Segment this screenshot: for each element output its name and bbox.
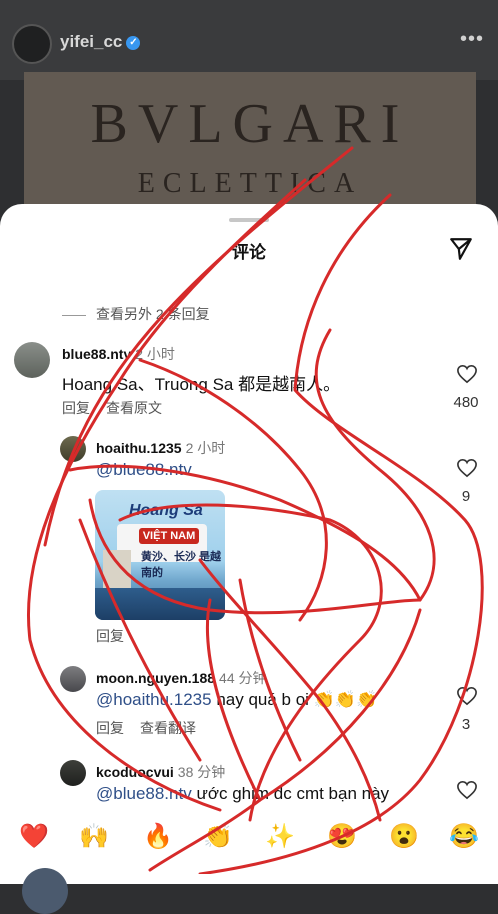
- avatar[interactable]: [14, 342, 50, 378]
- avatar[interactable]: [60, 436, 86, 462]
- emoji-laughing-button[interactable]: 😂: [444, 822, 484, 851]
- comment-timestamp: 38 分钟: [177, 764, 226, 780]
- share-icon[interactable]: [448, 236, 474, 262]
- like-heart-icon[interactable]: [456, 364, 478, 384]
- comment-mention[interactable]: @hoaithu.1235: [96, 690, 212, 709]
- collection-text: ECLETTICA: [137, 168, 363, 199]
- reply-divider: [62, 314, 86, 316]
- sticker-title: Hoang Sa: [129, 502, 203, 519]
- like-count: 9: [461, 488, 471, 505]
- post-author-avatar[interactable]: [12, 24, 52, 64]
- comment-username[interactable]: hoaithu.1235 2 小时: [96, 438, 225, 458]
- sheet-drag-handle[interactable]: [229, 218, 269, 222]
- sticker-text: 黄沙、长沙 是越南的: [141, 551, 222, 579]
- username-text: moon.nguyen.188: [96, 670, 216, 686]
- comment-text: @blue88.ntv ước ghim dc cmt bạn này: [96, 784, 389, 804]
- view-more-replies-link[interactable]: 查看另外 2 条回复: [62, 304, 210, 324]
- comment-username[interactable]: blue88.ntv 2 小时: [62, 344, 175, 364]
- sticker-sea: [95, 588, 225, 620]
- avatar[interactable]: [60, 666, 86, 692]
- comment-mention[interactable]: @blue88.ntv: [96, 784, 192, 803]
- emoji-raised-hands-button[interactable]: 🙌: [74, 822, 114, 851]
- comments-sheet: 评论 查看另外 2 条回复 blue88.ntv 2 小时 Hoang Sa、Tr…: [0, 204, 498, 914]
- comment-actions: 回复 查看原文: [62, 398, 178, 418]
- brand-logo-text: BVLGARI: [90, 93, 410, 155]
- emoji-reaction-bar: ❤️ 🙌 🔥 👏 ✨ 😍 😮 😂: [0, 812, 498, 862]
- emoji-heart-eyes-button[interactable]: 😍: [322, 822, 362, 851]
- reply-button[interactable]: 回复: [96, 720, 124, 736]
- username-text: kcoduocvui: [96, 764, 174, 780]
- reply-button[interactable]: 回复: [96, 628, 124, 644]
- emoji-sparkles-button[interactable]: ✨: [260, 822, 300, 851]
- comment-text: @hoaithu.1235 hay quá b oi 👏👏👏: [96, 690, 377, 710]
- comment-actions: 回复: [96, 626, 140, 646]
- avatar[interactable]: [60, 760, 86, 786]
- post-header: yifei_cc ✓ •••: [0, 0, 498, 80]
- emoji-fire-button[interactable]: 🔥: [138, 822, 178, 851]
- sticker-badge: VIỆT NAM: [139, 528, 199, 544]
- comment-timestamp: 44 分钟: [219, 670, 267, 686]
- comment-timestamp: 2 小时: [135, 346, 175, 362]
- current-user-avatar: [22, 868, 68, 914]
- like-heart-icon[interactable]: [456, 780, 478, 800]
- view-original-button[interactable]: 查看原文: [106, 400, 162, 416]
- view-translation-button[interactable]: 查看翻译: [140, 720, 196, 736]
- comment-body: hay quá b oi 👏👏👏: [216, 690, 378, 709]
- sheet-title: 评论: [232, 243, 266, 262]
- like-count: 3: [461, 716, 471, 733]
- comment-body: ước ghim dc cmt bạn này: [196, 784, 390, 803]
- post-username-text: yifei_cc: [60, 32, 123, 51]
- like-heart-icon[interactable]: [456, 458, 478, 478]
- username-text: blue88.ntv: [62, 346, 132, 362]
- emoji-heart-button[interactable]: ❤️: [14, 822, 54, 851]
- reply-button[interactable]: 回复: [62, 400, 90, 416]
- comment-username[interactable]: moon.nguyen.188 44 分钟: [96, 668, 267, 688]
- post-author-username[interactable]: yifei_cc ✓: [60, 32, 141, 52]
- comment-mention[interactable]: @blue88.ntv: [96, 460, 192, 480]
- emoji-clap-button[interactable]: 👏: [198, 822, 238, 851]
- like-count: 480: [453, 394, 479, 411]
- emoji-surprised-button[interactable]: 😮: [384, 822, 424, 851]
- comment-username[interactable]: kcoduocvui 38 分钟: [96, 762, 225, 782]
- comment-timestamp: 2 小时: [185, 440, 226, 456]
- comment-actions: 回复 查看翻译: [96, 718, 212, 738]
- comment-sticker-image[interactable]: Hoang Sa VIỆT NAM 黄沙、长沙 是越南的: [95, 490, 225, 620]
- view-more-replies-label: 查看另外 2 条回复: [96, 306, 210, 322]
- verified-badge-icon: ✓: [126, 35, 141, 50]
- more-options-icon[interactable]: •••: [460, 28, 484, 51]
- username-text: hoaithu.1235: [96, 440, 182, 456]
- comment-text: Hoang Sa、Truong Sa 都是越南人。: [62, 375, 341, 394]
- like-heart-icon[interactable]: [456, 686, 478, 706]
